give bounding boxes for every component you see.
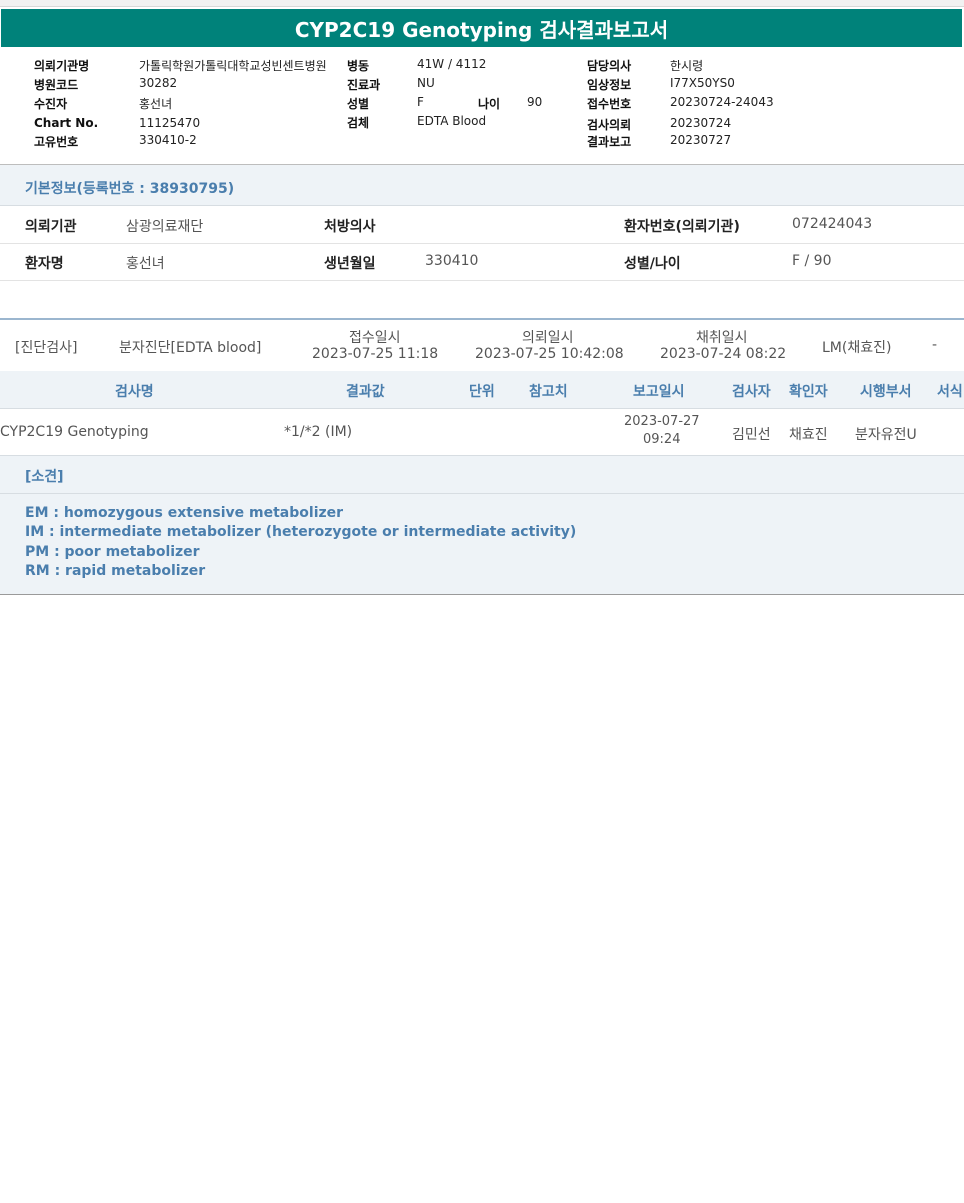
- header-label: 담당의사: [587, 59, 632, 73]
- header-label: 검체: [347, 116, 370, 130]
- info-label: 환자번호(의뢰기관): [624, 219, 740, 235]
- header-label: 결과보고: [587, 135, 632, 149]
- header-value: 20230724-24043: [670, 95, 774, 109]
- header-label: 검사의뢰: [587, 118, 632, 132]
- requested-datetime: 2023-07-25 10:42:08: [475, 346, 624, 362]
- header-label: 접수번호: [587, 97, 632, 111]
- basic-info-title: 기본정보(등록번호 : 38930795): [25, 181, 235, 197]
- info-label: 생년월일: [324, 256, 376, 272]
- result-value: *1/*2 (IM): [284, 424, 353, 440]
- report-date: 2023-07-27: [624, 414, 700, 429]
- header-value: 홍선녀: [139, 97, 173, 111]
- header-value: 가톨릭학원가톨릭대학교성빈센트병원: [139, 59, 327, 73]
- exam-type: 분자진단[EDTA blood]: [119, 340, 262, 356]
- opinion-header: [소견]: [0, 456, 964, 494]
- header-value: I77X50YS0: [670, 76, 735, 90]
- test-name: CYP2C19 Genotyping: [0, 424, 149, 440]
- collected-label: 채취일시: [696, 330, 748, 346]
- tester-name: 김민선: [732, 427, 771, 443]
- header-label: 병동: [347, 59, 370, 73]
- info-label: 처방의사: [324, 219, 376, 235]
- header-value: 11125470: [139, 116, 201, 130]
- header-value: 한시령: [670, 59, 704, 73]
- header-value: 20230724: [670, 116, 732, 130]
- info-value: 330410: [425, 253, 479, 269]
- header-value: EDTA Blood: [417, 114, 487, 128]
- header-label: Chart No.: [34, 116, 99, 130]
- header-label: 나이: [478, 97, 501, 111]
- info-label: 의뢰기관: [25, 219, 77, 235]
- header-label: 고유번호: [34, 135, 79, 149]
- requested-label: 의뢰일시: [522, 330, 574, 346]
- info-value: 삼광의료재단: [126, 219, 204, 235]
- opinion-line: PM : poor metabolizer: [25, 544, 200, 560]
- results-header: 검사명 결과값 단위 참고치 보고일시 검사자 확인자 시행부서 서식: [0, 371, 964, 409]
- top-border: [0, 0, 964, 7]
- exam-category: [진단검사]: [15, 340, 78, 356]
- header-label: 의뢰기관명: [34, 59, 90, 73]
- opinion-body: EM : homozygous extensive metabolizer IM…: [0, 494, 964, 595]
- col-result: 결과값: [346, 384, 385, 400]
- opinion-line: IM : intermediate metabolizer (heterozyg…: [25, 524, 577, 540]
- department-name: 분자유전U: [855, 427, 917, 443]
- header-value: 30282: [139, 76, 178, 90]
- header-label: 수진자: [34, 97, 68, 111]
- basic-info-row: 환자명 홍선녀 생년월일 330410 성별/나이 F / 90: [0, 243, 964, 281]
- report-time: 09:24: [643, 432, 681, 447]
- received-datetime: 2023-07-25 11:18: [312, 346, 439, 362]
- opinion-title: [소견]: [25, 469, 64, 485]
- verifier-name: 채효진: [789, 427, 828, 443]
- header-label: 성별: [347, 97, 370, 111]
- col-tester: 검사자: [732, 384, 771, 400]
- info-value: 072424043: [792, 216, 873, 232]
- info-value: 홍선녀: [126, 256, 165, 272]
- exam-summary-row: [진단검사] 분자진단[EDTA blood] 접수일시 2023-07-25 …: [0, 318, 964, 373]
- header-value: 90: [527, 95, 543, 109]
- col-report-date: 보고일시: [633, 384, 685, 400]
- col-test-name: 검사명: [115, 384, 154, 400]
- basic-info-header: 기본정보(등록번호 : 38930795): [0, 165, 964, 206]
- info-label: 성별/나이: [624, 256, 681, 272]
- header-label: 병원코드: [34, 78, 79, 92]
- header-value: NU: [417, 76, 435, 90]
- header-label: 임상정보: [587, 78, 632, 92]
- info-label: 환자명: [25, 256, 64, 272]
- opinion-line: RM : rapid metabolizer: [25, 563, 206, 579]
- col-department: 시행부서: [860, 384, 912, 400]
- header-value: 41W / 4112: [417, 57, 487, 71]
- collector: LM(채효진): [822, 340, 892, 356]
- header-label: 진료과: [347, 78, 381, 92]
- report-title: CYP2C19 Genotyping 검사결과보고서: [1, 9, 962, 47]
- col-unit: 단위: [469, 384, 495, 400]
- collected-datetime: 2023-07-24 08:22: [660, 346, 787, 362]
- info-value: F / 90: [792, 253, 832, 269]
- header-value: F: [417, 95, 424, 109]
- table-row: CYP2C19 Genotyping *1/*2 (IM) 2023-07-27…: [0, 409, 964, 456]
- opinion-line: EM : homozygous extensive metabolizer: [25, 505, 344, 521]
- col-verifier: 확인자: [789, 384, 828, 400]
- col-form: 서식: [937, 384, 963, 400]
- received-label: 접수일시: [349, 330, 401, 346]
- header-value: 20230727: [670, 133, 732, 147]
- header-value: 330410-2: [139, 133, 197, 147]
- col-reference: 참고치: [529, 384, 568, 400]
- exam-dash: -: [932, 337, 938, 353]
- basic-info-row: 의뢰기관 삼광의료재단 처방의사 환자번호(의뢰기관) 072424043: [0, 206, 964, 244]
